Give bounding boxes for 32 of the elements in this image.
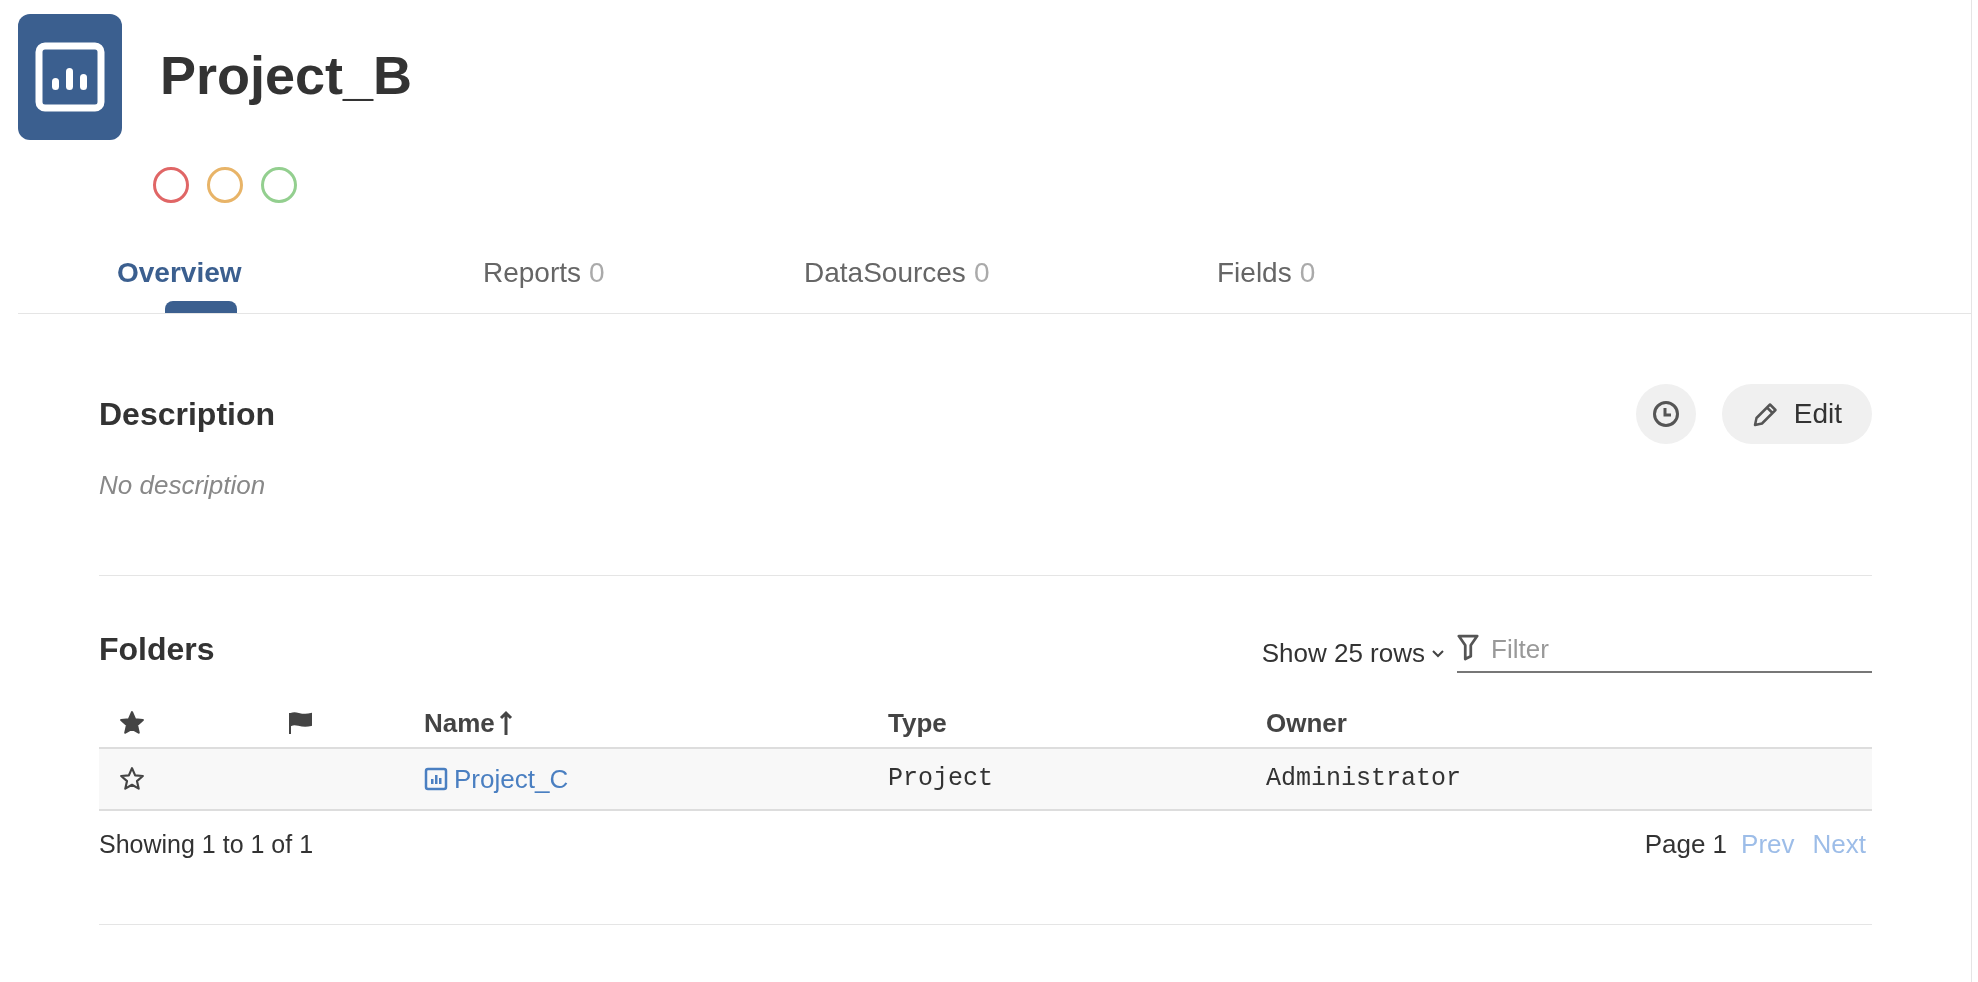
page-number: Page 1 xyxy=(1644,828,1728,861)
tab[interactable]: Overview xyxy=(61,233,427,313)
flag-icon xyxy=(287,711,313,735)
status-circle[interactable] xyxy=(260,166,298,204)
table-cell: Project xyxy=(888,764,994,794)
status-circle[interactable] xyxy=(152,166,190,204)
tab[interactable]: DataSources 0 xyxy=(748,233,1161,313)
description-text: No description xyxy=(99,469,267,502)
section-heading: Description xyxy=(99,395,276,434)
pagination-summary: Showing 1 to 1 of 1 xyxy=(99,828,314,860)
status-circle[interactable] xyxy=(206,166,244,204)
column-header[interactable]: Type xyxy=(888,703,947,743)
project-logo-icon xyxy=(18,14,122,140)
section-heading: Folders xyxy=(99,630,215,669)
table-cell: Administrator xyxy=(1266,764,1462,794)
filter-icon xyxy=(1457,633,1480,663)
project-icon xyxy=(424,767,448,791)
folder-link[interactable]: Project_C xyxy=(454,759,569,799)
star-icon xyxy=(119,710,145,736)
tab[interactable]: Reports 0 xyxy=(427,233,748,313)
pencil-icon xyxy=(1751,400,1780,428)
edit-button[interactable]: Edit xyxy=(1721,384,1872,444)
tab[interactable]: Fields 0 xyxy=(1161,233,1361,313)
rows-per-page-dropdown[interactable]: Show 25 rows xyxy=(1261,634,1445,673)
sort-arrow-icon xyxy=(498,710,513,736)
column-header[interactable]: Name xyxy=(424,703,513,743)
column-header[interactable]: Owner xyxy=(1266,703,1347,743)
table-row[interactable]: Project_C Project Administrator xyxy=(99,749,1872,811)
star-toggle[interactable] xyxy=(119,766,145,792)
filter-field[interactable]: Filter xyxy=(1491,630,1872,669)
chevron-down-icon xyxy=(1431,648,1445,659)
clock-icon xyxy=(1651,400,1680,428)
